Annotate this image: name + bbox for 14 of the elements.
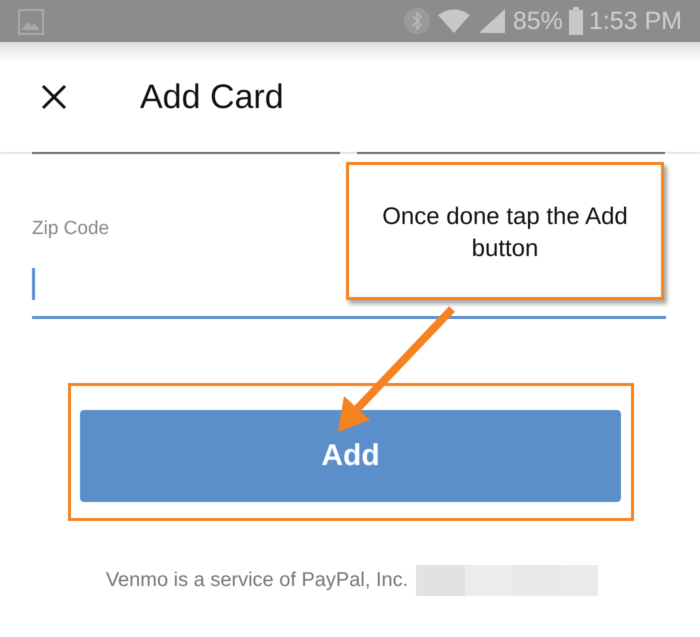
footer-text: Venmo is a service of PayPal, Inc.	[106, 569, 408, 592]
battery-icon	[568, 7, 583, 35]
image-icon	[18, 9, 44, 35]
close-button[interactable]	[40, 83, 68, 111]
callout-text: Once done tap the Add button	[381, 202, 629, 264]
field-label: Zip Code	[32, 218, 110, 240]
battery-percentage: 85%	[512, 6, 563, 36]
signal-icon	[476, 8, 507, 34]
bluetooth-icon	[402, 7, 431, 35]
screen-title: Add Card	[140, 78, 284, 116]
add-button[interactable]: Add	[80, 410, 621, 502]
wifi-icon	[436, 8, 471, 34]
close-icon	[40, 83, 68, 111]
clock-time: 1:53 PM	[588, 6, 682, 36]
